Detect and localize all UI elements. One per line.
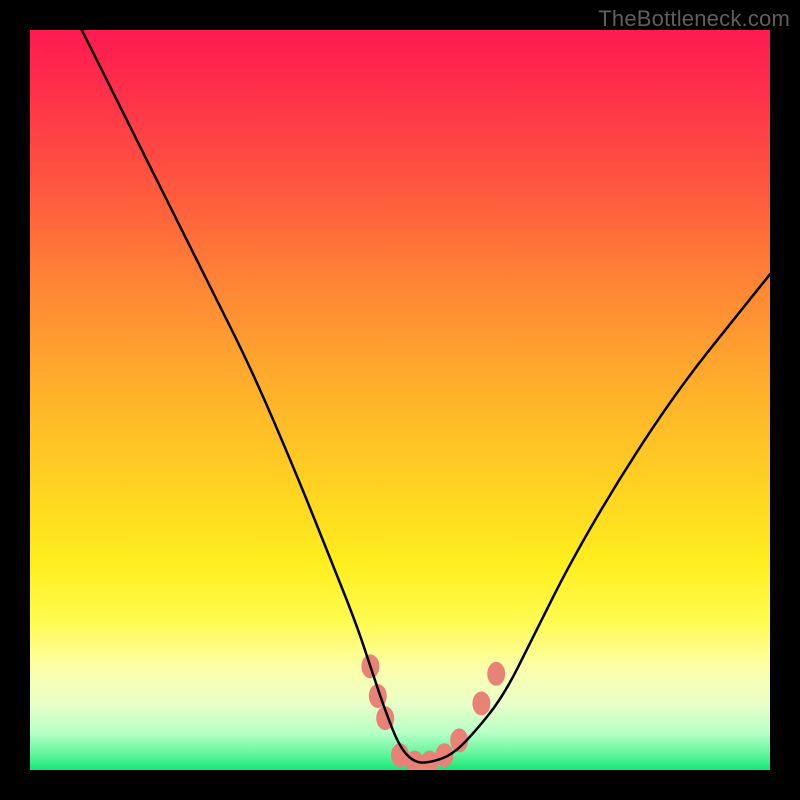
watermark-text: TheBottleneck.com (598, 6, 790, 32)
chart-plot-area (30, 30, 770, 770)
bottleneck-curve (82, 30, 770, 763)
chart-frame: TheBottleneck.com (0, 0, 800, 800)
curve-marker (472, 691, 490, 715)
chart-svg (30, 30, 770, 770)
curve-marker (487, 662, 505, 686)
bottleneck-markers (361, 654, 505, 770)
